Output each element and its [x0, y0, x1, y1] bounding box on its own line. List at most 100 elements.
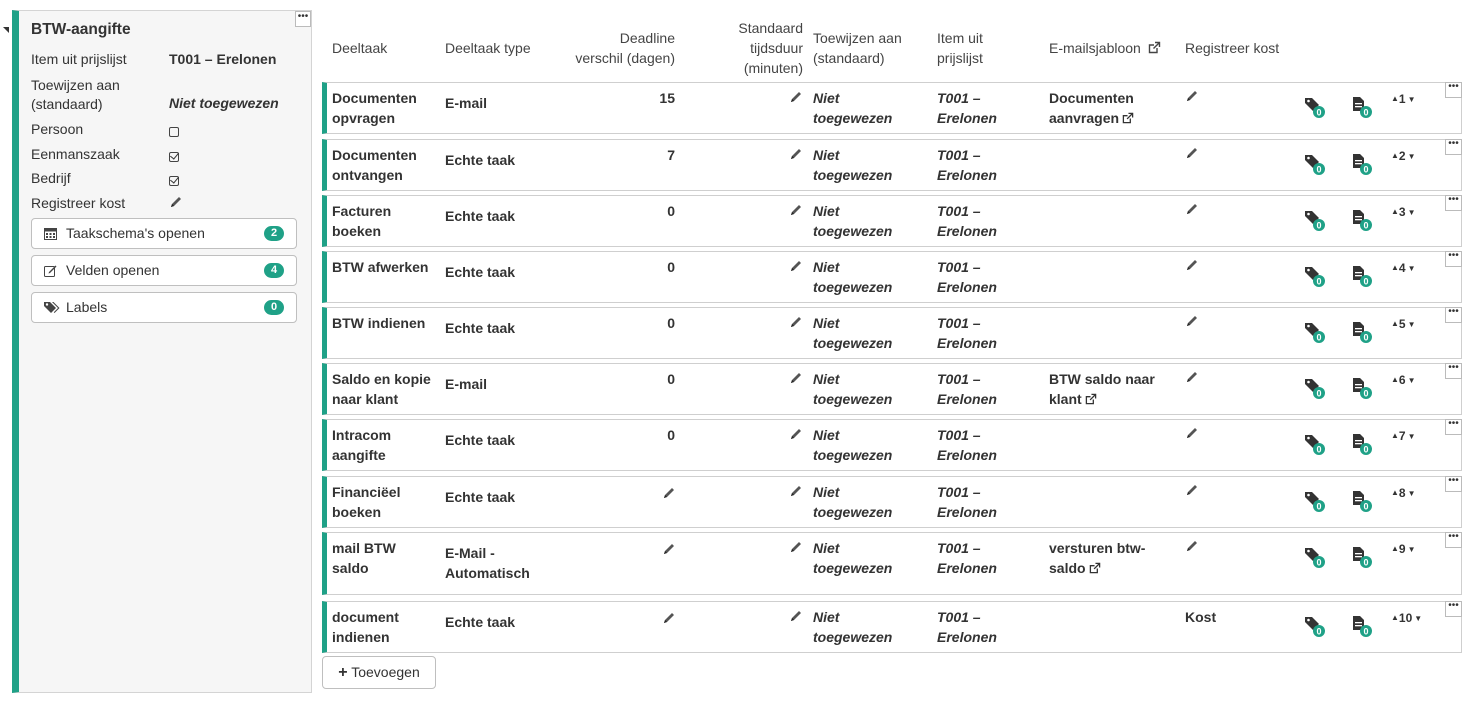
- order-dropdown[interactable]: ▲6 ▼: [1391, 373, 1416, 387]
- documents-icon[interactable]: 0: [1351, 208, 1373, 232]
- external-link-icon[interactable]: [1085, 393, 1097, 405]
- row-menu-button[interactable]: •••: [1445, 419, 1462, 435]
- row-menu-button[interactable]: •••: [1445, 195, 1462, 211]
- edit-duration-pencil-icon[interactable]: [789, 371, 803, 385]
- edit-deadline-pencil-icon[interactable]: [662, 611, 676, 625]
- add-subtask-button[interactable]: + Toevoegen: [322, 656, 436, 689]
- assignee-value[interactable]: Niet toegewezen: [813, 425, 892, 465]
- subtask-row[interactable]: Saldo en kopie naar klant E-mail 0 Niet toege…: [322, 363, 1462, 415]
- subtask-row[interactable]: BTW afwerken Echte taak 0 Niet toegewezen T00…: [322, 251, 1462, 303]
- edit-deadline-pencil-icon[interactable]: [662, 486, 676, 500]
- labels-icon[interactable]: 0: [1304, 320, 1326, 344]
- pricelist-item-value[interactable]: T001 – Erelonen: [937, 257, 997, 297]
- edit-duration-pencil-icon[interactable]: [789, 427, 803, 441]
- labels-icon[interactable]: 0: [1304, 432, 1326, 456]
- edit-duration-pencil-icon[interactable]: [789, 90, 803, 104]
- email-template-link[interactable]: Documenten aanvragen: [1049, 88, 1134, 128]
- labels-icon[interactable]: 0: [1304, 614, 1326, 638]
- order-dropdown[interactable]: ▲2 ▼: [1391, 149, 1416, 163]
- edit-duration-pencil-icon[interactable]: [789, 540, 803, 554]
- panel-menu-button[interactable]: •••: [295, 11, 311, 27]
- pricelist-item-value[interactable]: T001 – Erelonen: [937, 369, 997, 409]
- row-menu-button[interactable]: •••: [1445, 363, 1462, 379]
- documents-icon[interactable]: 0: [1351, 152, 1373, 176]
- pricelist-item-value[interactable]: T001 – Erelonen: [937, 313, 997, 353]
- labels-icon[interactable]: 0: [1304, 489, 1326, 513]
- order-dropdown[interactable]: ▲8 ▼: [1391, 486, 1416, 500]
- row-menu-button[interactable]: •••: [1445, 251, 1462, 267]
- deadline-value[interactable]: 0: [615, 313, 675, 333]
- deadline-value[interactable]: 0: [615, 369, 675, 389]
- documents-icon[interactable]: 0: [1351, 614, 1373, 638]
- subtask-row[interactable]: Facturen boeken Echte taak 0 Niet toegewezen T…: [322, 195, 1462, 247]
- pencil-icon[interactable]: [169, 195, 183, 209]
- documents-icon[interactable]: 0: [1351, 264, 1373, 288]
- labels-icon[interactable]: 0: [1304, 545, 1326, 569]
- labels-icon[interactable]: 0: [1304, 152, 1326, 176]
- edit-cost-pencil-icon[interactable]: [1185, 202, 1199, 216]
- velden-button[interactable]: Velden openen 4: [31, 255, 297, 286]
- taakschemas-button[interactable]: Taakschema's openen 2: [31, 218, 297, 249]
- assignee-value[interactable]: Niet toegewezen: [813, 369, 892, 409]
- labels-icon[interactable]: 0: [1304, 95, 1326, 119]
- pricelist-item-value[interactable]: T001 – Erelonen: [937, 88, 997, 128]
- email-template-link[interactable]: versturen btw-saldo: [1049, 538, 1145, 578]
- labels-icon[interactable]: 0: [1304, 264, 1326, 288]
- assignee-value[interactable]: Niet toegewezen: [813, 201, 892, 241]
- order-dropdown[interactable]: ▲5 ▼: [1391, 317, 1416, 331]
- subtask-row[interactable]: Financiëel boeken Echte taak Niet toegewezen…: [322, 476, 1462, 528]
- pricelist-item-value[interactable]: T001 – Erelonen: [937, 538, 997, 578]
- edit-cost-pencil-icon[interactable]: [1185, 426, 1199, 440]
- deadline-value[interactable]: 0: [615, 201, 675, 221]
- subtask-row[interactable]: BTW indienen Echte taak 0 Niet toegewezen T00…: [322, 307, 1462, 359]
- external-link-icon[interactable]: [1122, 112, 1134, 124]
- eenmanszaak-checkbox[interactable]: [169, 152, 179, 162]
- order-dropdown[interactable]: ▲1 ▼: [1391, 92, 1416, 106]
- cost-value[interactable]: Kost: [1185, 607, 1216, 627]
- assignee-value[interactable]: Niet toegewezen: [813, 145, 892, 185]
- documents-icon[interactable]: 0: [1351, 545, 1373, 569]
- documents-icon[interactable]: 0: [1351, 376, 1373, 400]
- deadline-value[interactable]: 15: [615, 88, 675, 108]
- subtask-row[interactable]: Documenten opvragen E-mail 15 Niet toegewezen…: [322, 82, 1462, 134]
- row-menu-button[interactable]: •••: [1445, 82, 1462, 98]
- pricelist-item-value[interactable]: T001 – Erelonen: [937, 607, 997, 647]
- labels-button[interactable]: Labels 0: [31, 292, 297, 323]
- edit-duration-pencil-icon[interactable]: [789, 609, 803, 623]
- deadline-value[interactable]: 0: [615, 257, 675, 277]
- row-menu-button[interactable]: •••: [1445, 307, 1462, 323]
- edit-deadline-pencil-icon[interactable]: [662, 542, 676, 556]
- edit-cost-pencil-icon[interactable]: [1185, 146, 1199, 160]
- subtask-row[interactable]: Intracom aangifte Echte taak 0 Niet toegeweze…: [322, 419, 1462, 471]
- edit-cost-pencil-icon[interactable]: [1185, 483, 1199, 497]
- row-menu-button[interactable]: •••: [1445, 601, 1462, 617]
- assignee-value[interactable]: Niet toegewezen: [813, 482, 892, 522]
- pricelist-item-value[interactable]: T001 – Erelonen: [937, 145, 997, 185]
- documents-icon[interactable]: 0: [1351, 320, 1373, 344]
- edit-cost-pencil-icon[interactable]: [1185, 314, 1199, 328]
- order-dropdown[interactable]: ▲10 ▼: [1391, 611, 1422, 625]
- order-dropdown[interactable]: ▲4 ▼: [1391, 261, 1416, 275]
- deadline-value[interactable]: 7: [615, 145, 675, 165]
- persoon-checkbox[interactable]: [169, 127, 179, 137]
- row-menu-button[interactable]: •••: [1445, 139, 1462, 155]
- assignee-value[interactable]: Niet toegewezen: [813, 313, 892, 353]
- order-dropdown[interactable]: ▲9 ▼: [1391, 542, 1416, 556]
- collapse-arrow-icon[interactable]: [3, 27, 9, 33]
- pricelist-item-value[interactable]: T001 – Erelonen: [937, 425, 997, 465]
- edit-cost-pencil-icon[interactable]: [1185, 370, 1199, 384]
- edit-duration-pencil-icon[interactable]: [789, 203, 803, 217]
- external-link-icon[interactable]: [1089, 562, 1101, 574]
- edit-cost-pencil-icon[interactable]: [1185, 539, 1199, 553]
- subtask-row[interactable]: mail BTW saldo E-Mail - Automatisch Niet toeg…: [322, 532, 1462, 595]
- edit-duration-pencil-icon[interactable]: [789, 484, 803, 498]
- assignee-value[interactable]: Niet toegewezen: [813, 607, 892, 647]
- order-dropdown[interactable]: ▲7 ▼: [1391, 429, 1416, 443]
- documents-icon[interactable]: 0: [1351, 489, 1373, 513]
- order-dropdown[interactable]: ▲3 ▼: [1391, 205, 1416, 219]
- assignee-value[interactable]: Niet toegewezen: [813, 88, 892, 128]
- subtask-row[interactable]: document indienen Echte taak Niet toegewezen…: [322, 601, 1462, 653]
- labels-icon[interactable]: 0: [1304, 208, 1326, 232]
- row-menu-button[interactable]: •••: [1445, 532, 1462, 548]
- subtask-row[interactable]: Documenten ontvangen Echte taak 7 Niet toegew…: [322, 139, 1462, 191]
